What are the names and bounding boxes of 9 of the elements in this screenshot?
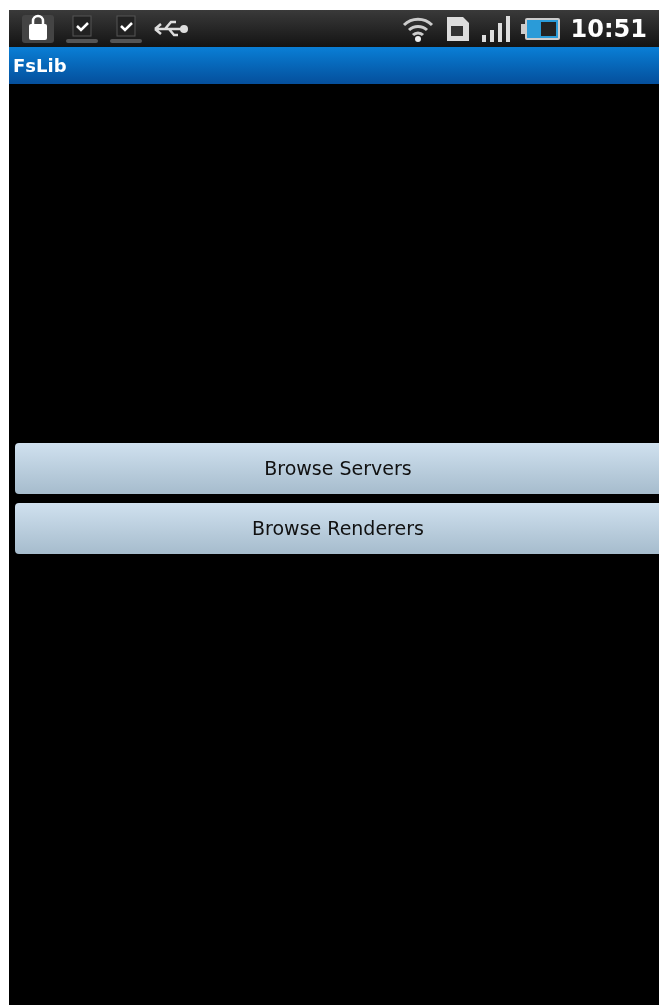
battery-icon (520, 15, 561, 42)
browse-button[interactable]: Browse Renderers (15, 503, 659, 554)
sim-card-icon (444, 14, 471, 43)
browse-button[interactable]: Browse Servers (15, 443, 659, 494)
clock-time: 10:51 (570, 16, 647, 41)
app-title: FsLib (13, 54, 67, 78)
download-done-icon (109, 13, 143, 44)
signal-icon (480, 14, 511, 43)
download-done-icon (65, 13, 99, 44)
